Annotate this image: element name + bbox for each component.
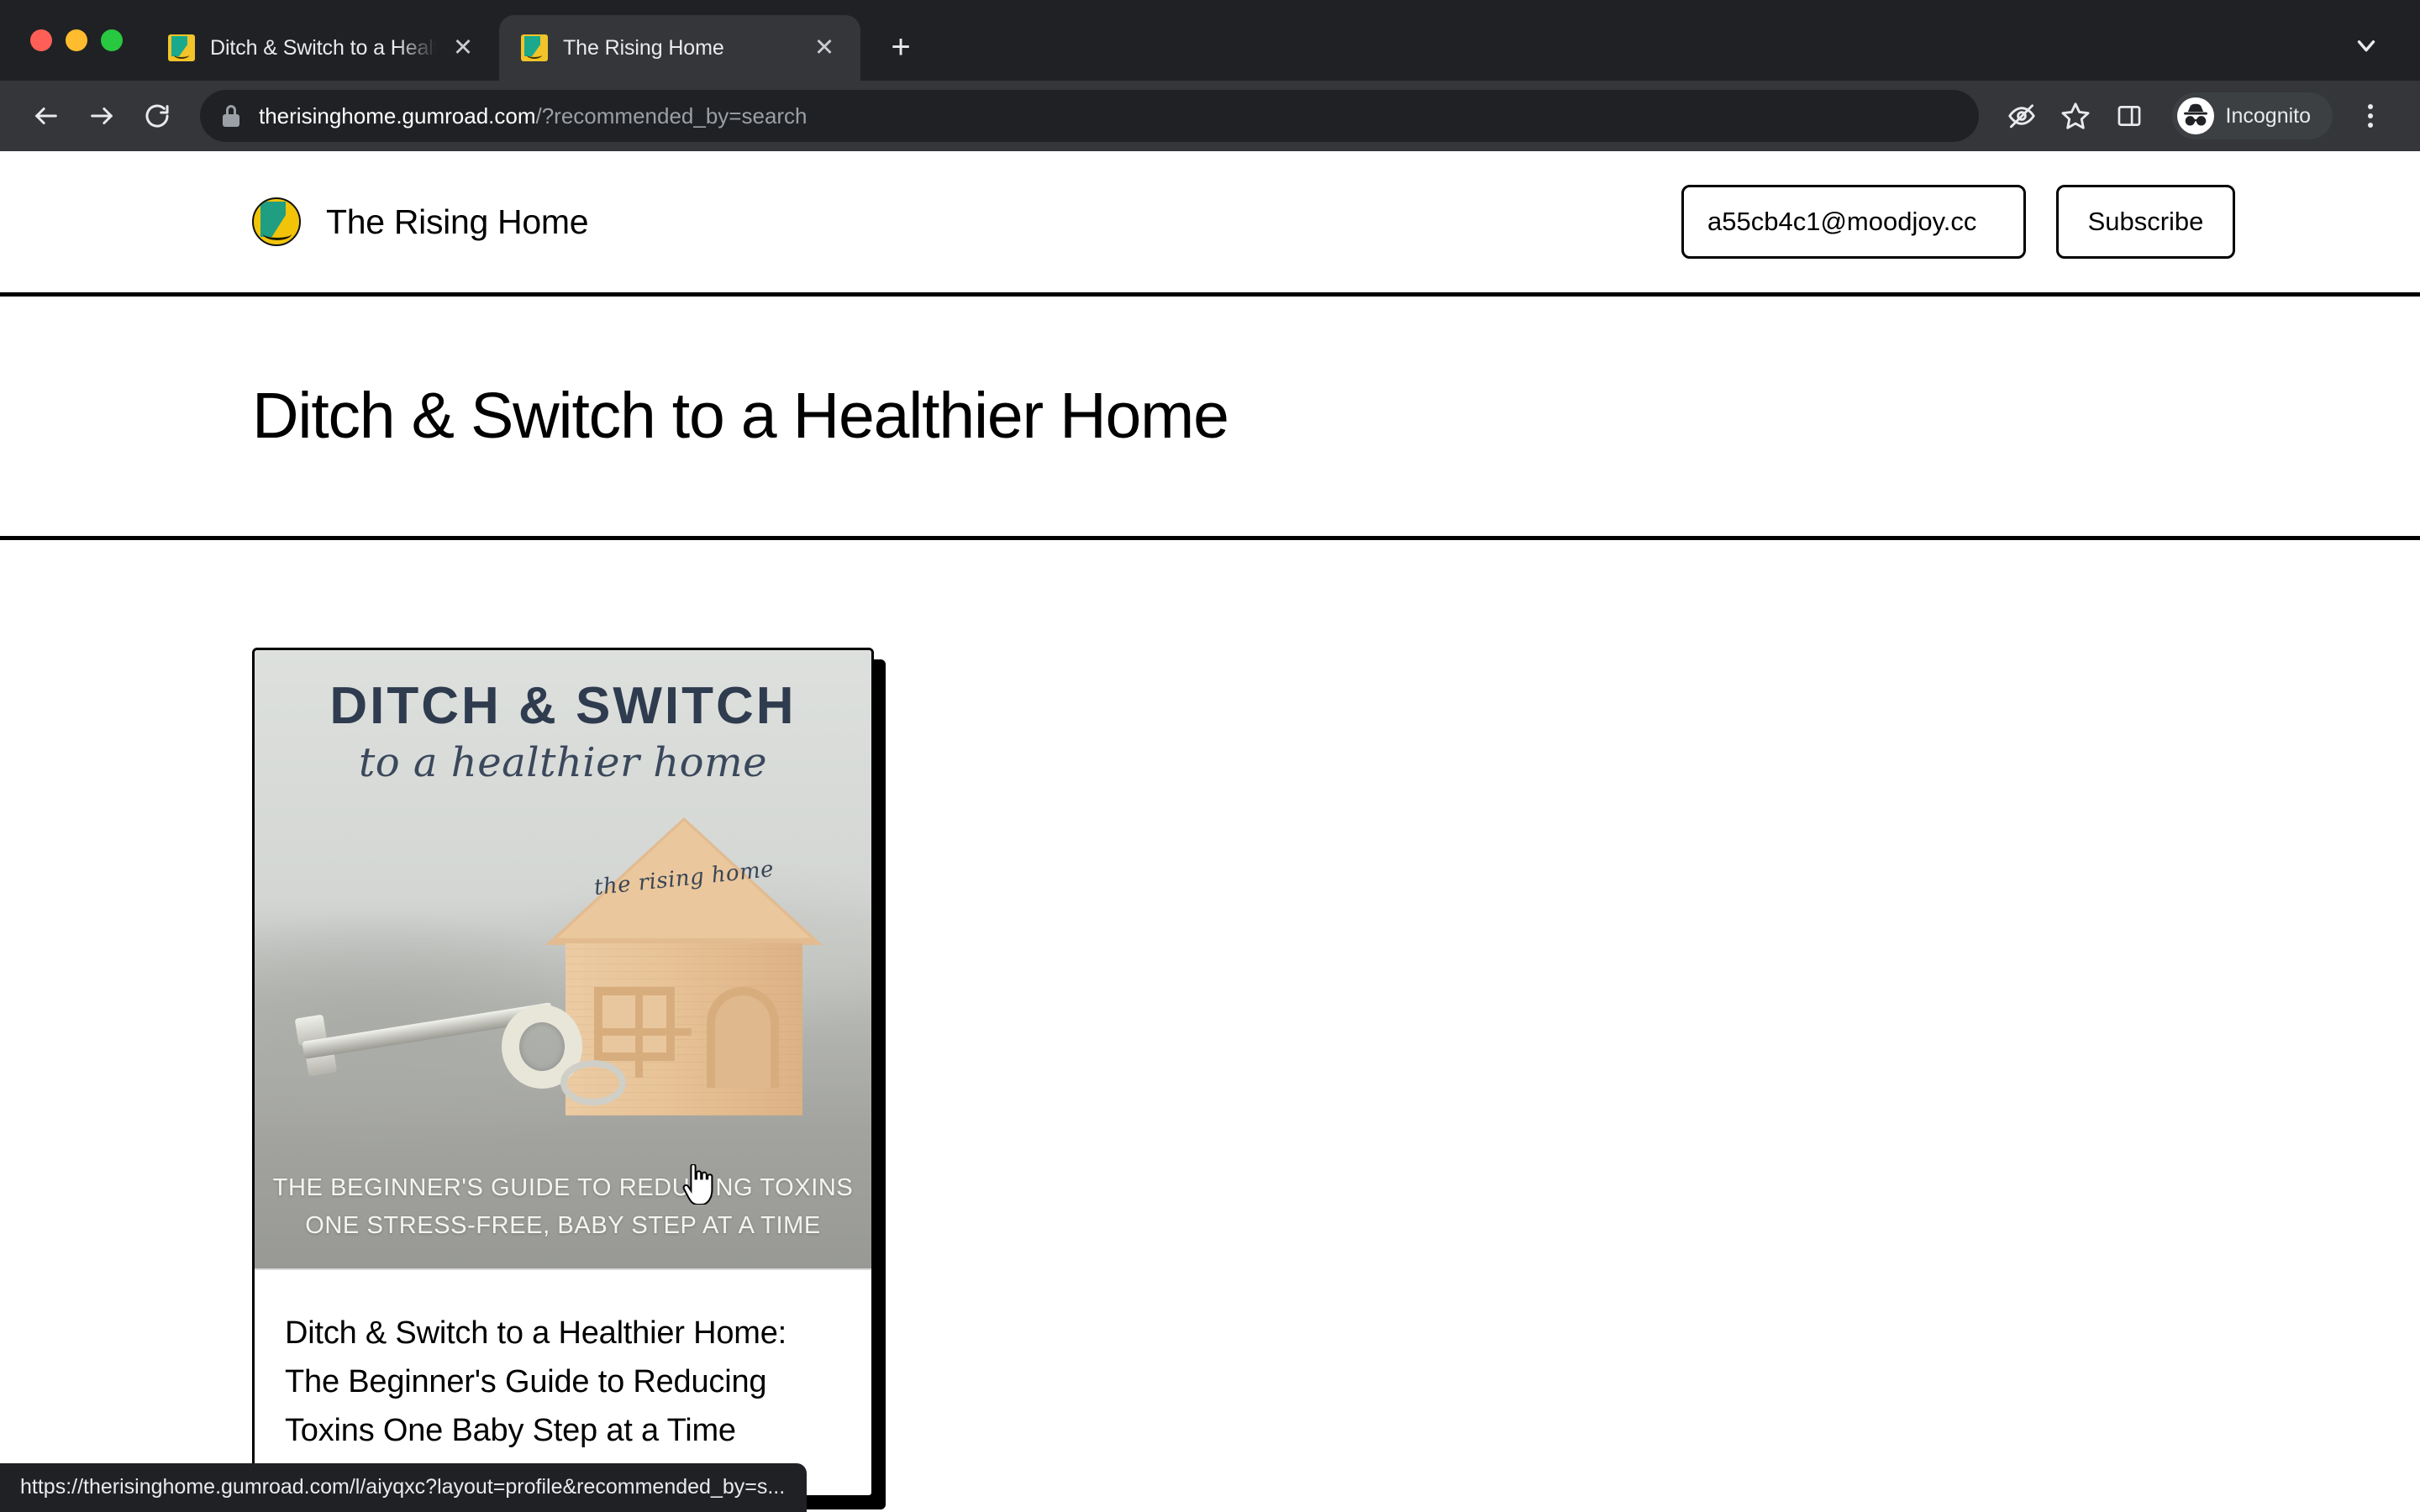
product-cover-image: DITCH & SWITCH to a healthier home the r… <box>255 650 871 1270</box>
cover-footer-line-2: ONE STRESS-FREE, BABY STEP AT A TIME <box>305 1212 821 1240</box>
address-bar[interactable]: therisinghome.gumroad.com/?recommended_b… <box>200 90 1979 142</box>
browser-toolbar: therisinghome.gumroad.com/?recommended_b… <box>0 81 2420 151</box>
product-grid: DITCH & SWITCH to a healthier home the r… <box>0 540 2420 1499</box>
url-path: /?recommended_by=search <box>535 102 808 129</box>
tab-title: The Rising Home <box>563 35 724 60</box>
close-window-button[interactable] <box>30 29 52 51</box>
eye-off-icon[interactable] <box>1996 90 2048 142</box>
tab-search-chevron-down-icon[interactable] <box>2343 22 2390 69</box>
star-icon[interactable] <box>2049 90 2102 142</box>
tab-close-icon[interactable]: ✕ <box>445 30 481 66</box>
tab-favicon-icon <box>521 34 548 61</box>
browser-tab-2[interactable]: The Rising Home ✕ <box>499 15 860 81</box>
forward-arrow-icon[interactable] <box>76 90 128 142</box>
header-actions: a55cb4c1@moodjoy.cc Subscribe <box>1681 185 2235 259</box>
cover-subhead: to a healthier home <box>358 739 767 786</box>
window-controls <box>0 0 123 81</box>
email-input[interactable]: a55cb4c1@moodjoy.cc <box>1681 185 2026 259</box>
brand[interactable]: The Rising Home <box>252 197 589 246</box>
incognito-profile-chip[interactable]: Incognito <box>2171 92 2333 139</box>
product-card-body: Ditch & Switch to a Healthier Home: The … <box>255 1270 871 1495</box>
side-panel-icon[interactable] <box>2103 90 2155 142</box>
brand-name: The Rising Home <box>326 202 589 241</box>
cover-title-group: DITCH & SWITCH to a healthier home <box>255 677 871 786</box>
back-arrow-icon[interactable] <box>20 90 72 142</box>
toolbar-icon-group: Incognito <box>1996 90 2395 142</box>
site-header: The Rising Home a55cb4c1@moodjoy.cc Subs… <box>0 151 2420 297</box>
product-title: Ditch & Switch to a Healthier Home: The … <box>285 1315 787 1449</box>
status-bar-url: https://therisinghome.gumroad.com/l/aiyq… <box>0 1463 808 1512</box>
page-title: Ditch & Switch to a Healthier Home <box>252 380 1229 453</box>
new-tab-button[interactable]: + <box>877 24 924 71</box>
browser-window: Ditch & Switch to a Healthier H ✕ The Ri… <box>0 0 2420 1512</box>
tab-title: Ditch & Switch to a Healthier H <box>210 35 437 60</box>
cover-footer-line-1: THE BEGINNER'S GUIDE TO REDUCING TOXINS <box>272 1174 854 1202</box>
cover-headline: DITCH & SWITCH <box>329 677 797 735</box>
maximize-window-button[interactable] <box>101 29 123 51</box>
the-rising-home-logo-icon <box>252 197 301 246</box>
cover-footer-text: THE BEGINNER'S GUIDE TO REDUCING TOXINS … <box>255 1169 871 1245</box>
kebab-menu-icon[interactable] <box>2346 92 2395 140</box>
tab-strip-bar: Ditch & Switch to a Healthier H ✕ The Ri… <box>0 0 2420 81</box>
tab-close-icon[interactable]: ✕ <box>807 30 842 66</box>
house-door <box>707 987 779 1088</box>
key-illustration <box>278 998 631 1105</box>
subscribe-button[interactable]: Subscribe <box>2056 185 2235 259</box>
minimize-window-button[interactable] <box>66 29 87 51</box>
incognito-icon <box>2176 97 2214 134</box>
browser-tab-1[interactable]: Ditch & Switch to a Healthier H ✕ <box>146 15 499 81</box>
tab-favicon-icon <box>168 34 195 61</box>
incognito-label: Incognito <box>2225 103 2311 128</box>
reload-icon[interactable] <box>131 90 183 142</box>
address-bar-url: therisinghome.gumroad.com/?recommended_b… <box>259 103 808 129</box>
page-title-band: Ditch & Switch to a Healthier Home <box>0 297 2420 540</box>
product-card[interactable]: DITCH & SWITCH to a healthier home the r… <box>252 648 874 1499</box>
page-content: The Rising Home a55cb4c1@moodjoy.cc Subs… <box>0 151 2420 1512</box>
tab-strip: Ditch & Switch to a Healthier H ✕ The Ri… <box>146 0 2420 81</box>
url-host: therisinghome.gumroad.com <box>259 102 536 129</box>
lock-icon <box>220 105 242 127</box>
